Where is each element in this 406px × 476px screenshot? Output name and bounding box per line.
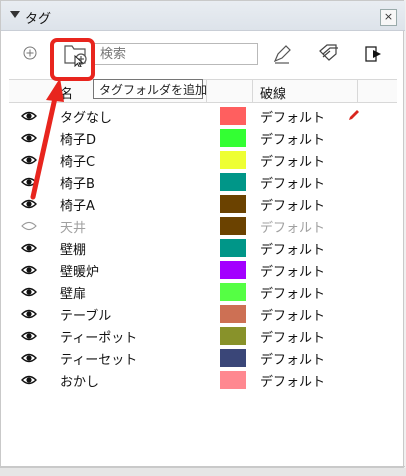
visibility-eye-icon[interactable] (21, 265, 37, 275)
tag-name[interactable]: ティーポット (60, 327, 137, 346)
tag-linetype[interactable]: デフォルト (260, 173, 325, 192)
search-field[interactable] (93, 43, 258, 65)
column-divider (357, 80, 358, 102)
tag-linetype[interactable]: デフォルト (260, 217, 325, 236)
visibility-eye-icon[interactable] (21, 309, 37, 319)
tag-row[interactable]: 天井 デフォルト (9, 215, 397, 237)
visibility-eye-icon[interactable] (21, 353, 37, 363)
collapse-triangle-icon[interactable] (10, 11, 20, 18)
tag-row[interactable]: ティーセット デフォルト (9, 347, 397, 369)
hidden-eye-icon[interactable] (21, 221, 37, 231)
panel-title: タグ (25, 12, 52, 27)
tag-linetype[interactable]: デフォルト (260, 283, 325, 302)
tag-row[interactable]: 椅子A デフォルト (9, 193, 397, 215)
tag-color-swatch[interactable] (220, 107, 246, 125)
tag-linetype[interactable]: デフォルト (260, 305, 325, 324)
tag-row[interactable]: ティーポット デフォルト (9, 325, 397, 347)
tag-color-swatch[interactable] (220, 217, 246, 235)
tag-name[interactable]: テーブル (60, 305, 111, 324)
tag-linetype[interactable]: デフォルト (260, 261, 325, 280)
tag-row[interactable]: タグなし デフォルト (9, 105, 397, 127)
tag-row[interactable]: 椅子C デフォルト (9, 149, 397, 171)
tag-name[interactable]: タグなし (60, 107, 112, 126)
tag-name[interactable]: 壁棚 (60, 239, 86, 258)
tag-color-swatch[interactable] (220, 371, 246, 389)
tag-row[interactable]: 椅子B デフォルト (9, 171, 397, 193)
visibility-eye-icon[interactable] (21, 133, 37, 143)
close-panel-button[interactable]: × (380, 9, 397, 26)
tag-linetype[interactable]: デフォルト (260, 195, 325, 214)
column-name-header[interactable]: 名 (60, 83, 73, 102)
tag-color-swatch[interactable] (220, 173, 246, 191)
tag-color-swatch[interactable] (220, 327, 246, 345)
tag-name[interactable]: 天井 (60, 217, 86, 236)
column-divider (252, 80, 253, 102)
search-input[interactable] (94, 44, 257, 64)
tag-color-swatch[interactable] (220, 283, 246, 301)
tag-name[interactable]: 椅子D (60, 129, 96, 148)
tag-color-swatch[interactable] (220, 305, 246, 323)
visibility-eye-icon[interactable] (21, 199, 37, 209)
tag-color-swatch[interactable] (220, 195, 246, 213)
visibility-eye-icon[interactable] (21, 375, 37, 385)
highlight-box (50, 38, 95, 81)
tag-color-swatch[interactable] (220, 239, 246, 257)
tag-linetype[interactable]: デフォルト (260, 151, 325, 170)
tag-color-swatch[interactable] (220, 349, 246, 367)
horizontal-scrollbar[interactable] (0, 468, 406, 476)
tag-name[interactable]: おかし (60, 371, 99, 390)
visibility-eye-icon[interactable] (21, 155, 37, 165)
visibility-eye-icon[interactable] (21, 177, 37, 187)
add-tag-button[interactable] (23, 46, 37, 60)
column-linetype-header[interactable]: 破線 (260, 83, 286, 102)
visibility-eye-icon[interactable] (21, 331, 37, 341)
tag-linetype[interactable]: デフォルト (260, 349, 325, 368)
dashed-tags-icon[interactable] (317, 42, 339, 64)
tag-color-swatch[interactable] (220, 261, 246, 279)
color-by-tag-icon[interactable] (271, 43, 293, 65)
tag-linetype[interactable]: デフォルト (260, 107, 325, 126)
active-tag-pencil-icon (349, 110, 359, 120)
tag-row[interactable]: 椅子D デフォルト (9, 127, 397, 149)
tag-name[interactable]: 椅子C (60, 151, 95, 170)
tag-name[interactable]: ティーセット (60, 349, 137, 368)
tag-linetype[interactable]: デフォルト (260, 371, 325, 390)
add-folder-tooltip: タグフォルダを追加 (93, 79, 207, 99)
tag-row[interactable]: 壁棚 デフォルト (9, 237, 397, 259)
tag-row[interactable]: 壁暖炉 デフォルト (9, 259, 397, 281)
panel-titlebar: タグ × (1, 1, 405, 31)
visibility-eye-icon[interactable] (21, 111, 37, 121)
tag-name[interactable]: 壁扉 (60, 283, 86, 302)
tag-name[interactable]: 椅子A (60, 195, 95, 214)
visibility-eye-icon[interactable] (21, 243, 37, 253)
tag-row[interactable]: 壁扉 デフォルト (9, 281, 397, 303)
tag-row[interactable]: テーブル デフォルト (9, 303, 397, 325)
tag-linetype[interactable]: デフォルト (260, 239, 325, 258)
tag-color-swatch[interactable] (220, 151, 246, 169)
export-icon[interactable] (363, 43, 385, 65)
tag-name[interactable]: 壁暖炉 (60, 261, 99, 280)
tag-color-swatch[interactable] (220, 129, 246, 147)
tag-list: タグなし デフォルト 椅子D デフォルト 椅子C デフォルト 椅子B デフォルト 椅子A デフォル… (9, 105, 397, 391)
tag-row[interactable]: おかし デフォルト (9, 369, 397, 391)
visibility-eye-icon[interactable] (21, 287, 37, 297)
tag-linetype[interactable]: デフォルト (260, 327, 325, 346)
tag-linetype[interactable]: デフォルト (260, 129, 325, 148)
tag-name[interactable]: 椅子B (60, 173, 95, 192)
panel-bottom-border (1, 466, 405, 467)
